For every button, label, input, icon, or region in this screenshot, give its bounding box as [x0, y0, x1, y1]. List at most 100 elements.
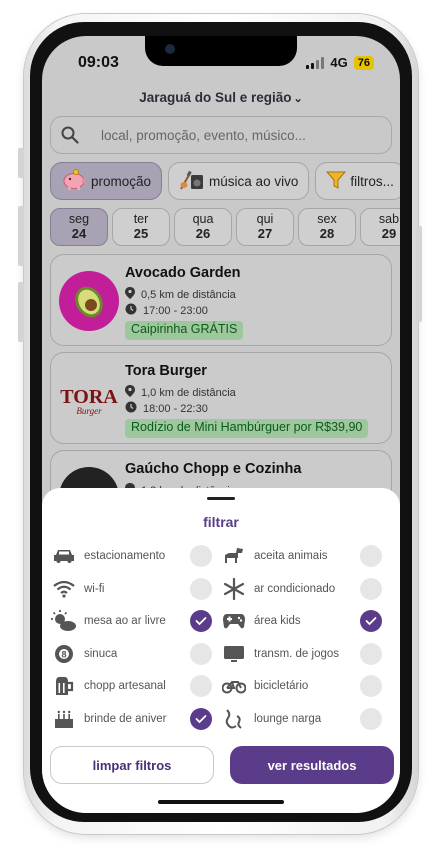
filter-aceita-animais[interactable]: aceita animais — [220, 540, 390, 573]
filter-label: bicicletário — [254, 680, 309, 693]
svg-text:8: 8 — [61, 649, 66, 659]
dog-icon — [220, 546, 248, 566]
day-number: 27 — [257, 226, 273, 241]
signal-icon — [306, 56, 325, 69]
hours-text: 18:00 - 22:30 — [143, 402, 208, 415]
day-number: 24 — [71, 226, 87, 241]
sheet-handle[interactable] — [207, 497, 235, 500]
filter-label: wi-fi — [84, 582, 105, 595]
filter-mesa-ao-ar-livre[interactable]: mesa ao ar livre — [50, 605, 220, 638]
svg-text:Burger: Burger — [76, 406, 102, 416]
day-name: seg — [68, 212, 90, 226]
screen: 09:03 4G 76 Jaraguá do Sul e região ⌄ loc… — [42, 36, 400, 813]
filter-checkbox[interactable] — [360, 577, 382, 600]
filter-checkbox[interactable] — [190, 675, 212, 698]
clear-filters-button[interactable]: limpar filtros — [50, 746, 214, 784]
filter-label: mesa ao ar livre — [84, 615, 166, 628]
billiard-ball-icon: 8 — [50, 644, 78, 664]
snowflake-icon — [220, 577, 248, 600]
day-name: sab — [378, 212, 400, 226]
filter-label: estacionamento — [84, 550, 166, 563]
venue-card[interactable]: Avocado Garden 0,5 km de distância 17:00… — [50, 254, 392, 346]
filter-label: transm. de jogos — [254, 647, 340, 660]
day-sex[interactable]: sex 28 — [298, 208, 356, 246]
day-qua[interactable]: qua 26 — [174, 208, 232, 246]
category-chips: promoção música ao vivo filtros... — [50, 162, 400, 200]
hours-text: 17:00 - 23:00 — [143, 304, 208, 317]
filter-bicicletario[interactable]: bicicletário — [220, 670, 390, 703]
filter-label: chopp artesanal — [84, 680, 166, 693]
venue-name: Tora Burger — [125, 363, 207, 379]
filter-label: sinuca — [84, 647, 118, 660]
home-indicator[interactable] — [158, 800, 284, 804]
filter-estacionamento[interactable]: estacionamento — [50, 540, 220, 573]
day-ter[interactable]: ter 25 — [112, 208, 170, 246]
status-right: 4G 76 — [306, 55, 374, 70]
location-selector[interactable]: Jaraguá do Sul e região ⌄ — [42, 90, 400, 105]
day-name: qui — [256, 212, 274, 226]
chip-musica-ao-vivo[interactable]: música ao vivo — [168, 162, 310, 200]
filter-label: aceita animais — [254, 550, 328, 563]
filter-sinuca[interactable]: 8 sinuca — [50, 638, 220, 671]
sun-cloud-icon — [50, 610, 78, 632]
search-input[interactable]: local, promoção, evento, músico... — [101, 128, 306, 143]
tv-icon — [220, 645, 248, 663]
tora-burger-logo: TORA Burger — [59, 369, 119, 429]
avocado-logo — [59, 271, 119, 331]
filter-checkbox[interactable] — [360, 642, 382, 665]
search-bar[interactable]: local, promoção, evento, músico... — [50, 116, 392, 154]
volume-up-button — [18, 206, 24, 266]
filter-checkbox[interactable] — [360, 675, 382, 698]
sheet-title: filtrar — [203, 514, 239, 530]
filter-checkbox[interactable] — [190, 707, 212, 730]
search-icon — [51, 126, 89, 144]
venue-name: Gaúcho Chopp e Cozinha — [125, 461, 302, 477]
hookah-icon — [220, 708, 248, 730]
venue-name: Avocado Garden — [125, 265, 241, 281]
front-camera — [165, 44, 175, 54]
filter-checkbox[interactable] — [190, 642, 212, 665]
filter-checkbox[interactable] — [190, 545, 212, 568]
clock-icon — [125, 401, 137, 416]
day-number: 25 — [133, 226, 149, 241]
promo-badge: Rodízio de Mini Hambúrguer por R$39,90 — [125, 419, 369, 438]
day-selector: seg 24 ter 25 qua 26 qui 27 sex 28 sab 29 — [50, 208, 400, 246]
venue-hours: 18:00 - 22:30 — [125, 401, 208, 416]
venue-card[interactable]: TORA Burger Tora Burger 1,0 km de distânc… — [50, 352, 392, 444]
chip-filtros[interactable]: filtros... — [315, 162, 400, 200]
promo-badge: Caipirinha GRÁTIS — [125, 321, 244, 340]
filter-area-kids[interactable]: área kids — [220, 605, 390, 638]
day-number: 29 — [381, 226, 397, 241]
distance-text: 0,5 km de distância — [141, 288, 236, 301]
filter-ar-condicionado[interactable]: ar condicionado — [220, 573, 390, 606]
filter-chopp-artesanal[interactable]: chopp artesanal — [50, 670, 220, 703]
funnel-icon — [326, 170, 347, 193]
check-icon — [195, 714, 207, 724]
bicycle-icon — [220, 678, 248, 694]
network-type: 4G — [330, 55, 348, 70]
filter-lounge-narga[interactable]: lounge narga — [220, 703, 390, 736]
filter-checkbox[interactable] — [190, 577, 212, 600]
chip-promocao[interactable]: promoção — [50, 162, 163, 200]
filter-checkbox[interactable] — [360, 707, 382, 730]
day-seg[interactable]: seg 24 — [50, 208, 108, 246]
check-icon — [195, 617, 207, 626]
filter-checkbox[interactable] — [360, 545, 382, 568]
day-sab[interactable]: sab 29 — [360, 208, 400, 246]
filter-checkbox[interactable] — [360, 610, 382, 633]
filter-sheet: filtrar estacionamento aceita animais wi… — [42, 488, 400, 813]
filter-wifi[interactable]: wi-fi — [50, 573, 220, 606]
filter-brinde-de-aniver[interactable]: brinde de aniver — [50, 703, 220, 736]
chevron-down-icon: ⌄ — [293, 93, 303, 105]
day-qui[interactable]: qui 27 — [236, 208, 294, 246]
chip-label: música ao vivo — [209, 173, 299, 189]
see-results-button[interactable]: ver resultados — [230, 746, 394, 784]
power-button — [416, 226, 422, 322]
piggy-bank-icon — [61, 168, 87, 194]
filter-label: ar condicionado — [254, 582, 336, 595]
guitar-amp-icon — [179, 169, 205, 194]
filter-transm-de-jogos[interactable]: transm. de jogos — [220, 638, 390, 671]
map-pin-icon — [125, 287, 135, 302]
status-time: 09:03 — [78, 54, 119, 71]
filter-checkbox[interactable] — [190, 610, 212, 633]
